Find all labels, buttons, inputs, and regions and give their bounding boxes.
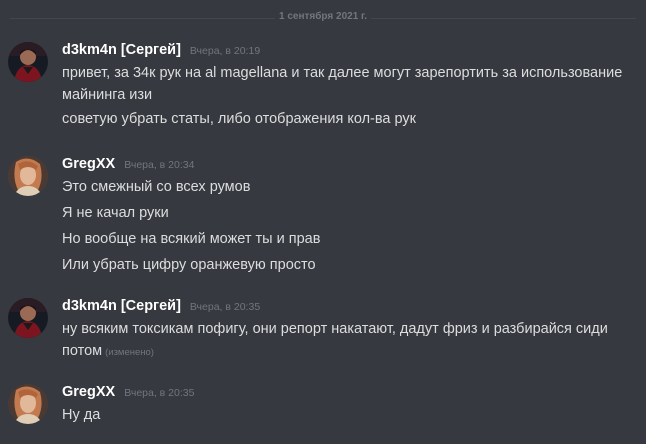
message-text: Или убрать цифру оранжевую просто — [62, 257, 316, 273]
message-group: GregXX Вчера, в 20:35 Ну да — [0, 384, 646, 428]
message-text: Но вообще на всякий может ты и прав — [62, 231, 321, 247]
timestamp: Вчера, в 20:34 — [124, 159, 195, 171]
user-avatar-girl-icon[interactable] — [8, 384, 48, 424]
date-divider-label: 1 сентября 2021 г. — [275, 11, 371, 22]
message-header: GregXX Вчера, в 20:34 — [62, 156, 194, 176]
message-text: Я не качал руки — [62, 205, 169, 221]
username[interactable]: d3km4n [Сергей] — [62, 298, 181, 314]
message-text: советую убрать статы, либо отображения к… — [62, 111, 417, 127]
message-text: ну всяким токсикам пофигу, они репорт на… — [62, 318, 622, 364]
message-group: GregXX Вчера, в 20:34 Это смежный со все… — [0, 156, 646, 274]
user-avatar-dark-icon[interactable] — [8, 42, 48, 82]
edited-marker: (изменено) — [105, 347, 154, 358]
message-text: Ну да — [62, 407, 101, 423]
user-avatar-girl-icon[interactable] — [8, 156, 48, 196]
user-avatar-dark-icon[interactable] — [8, 298, 48, 338]
message-header: d3km4n [Сергей] Вчера, в 20:35 — [62, 298, 260, 318]
message-group: d3km4n [Сергей] Вчера, в 20:35 ну всяким… — [0, 298, 646, 362]
username[interactable]: GregXX — [62, 384, 115, 400]
timestamp: Вчера, в 20:19 — [189, 45, 261, 57]
message-header: d3km4n [Сергей] Вчера, в 20:19 — [62, 42, 260, 62]
username[interactable]: d3km4n [Сергей] — [62, 42, 181, 58]
message-text: привет, за 34к рук на al magellana и так… — [62, 65, 623, 103]
message-header: GregXX Вчера, в 20:35 — [62, 384, 194, 404]
timestamp: Вчера, в 20:35 — [124, 387, 195, 399]
date-divider: 1 сентября 2021 г. — [0, 8, 646, 24]
message-group: d3km4n [Сергей] Вчера, в 20:19 привет, з… — [0, 42, 646, 132]
message-text: Это смежный со всех румов — [62, 179, 251, 195]
timestamp: Вчера, в 20:35 — [189, 301, 261, 313]
username[interactable]: GregXX — [62, 156, 115, 172]
